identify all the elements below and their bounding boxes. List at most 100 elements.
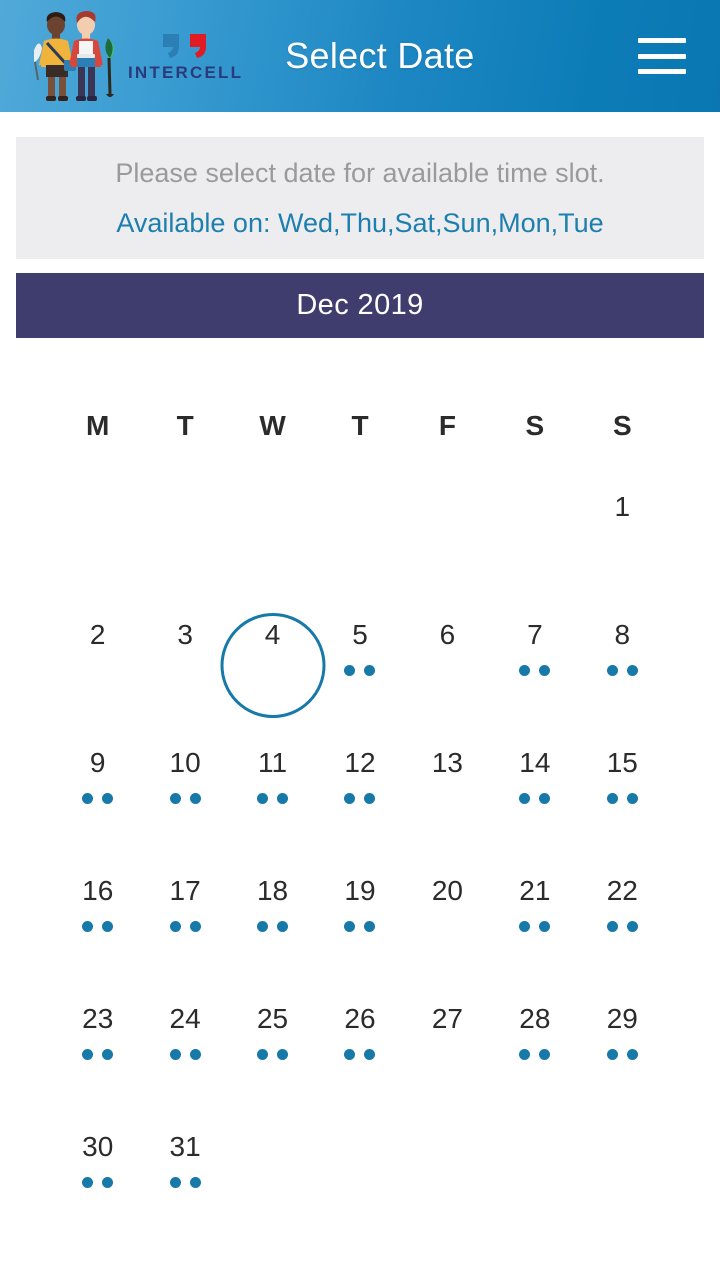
availability-dot	[364, 1049, 376, 1060]
calendar-day-cell[interactable]: 30	[54, 1097, 141, 1225]
calendar-day-cell[interactable]: 5	[316, 585, 403, 713]
calendar-day-cell[interactable]: 21	[491, 841, 578, 969]
day-number: 16	[82, 875, 114, 906]
calendar-week-row: 1	[54, 457, 666, 585]
availability-dot	[519, 921, 531, 932]
calendar-day-cell[interactable]: 15	[579, 713, 666, 841]
availability-dot	[344, 1049, 356, 1060]
availability-dot	[519, 793, 531, 804]
availability-dot	[82, 793, 94, 804]
day-number: 19	[344, 875, 376, 906]
calendar-day-cell[interactable]: 8	[579, 585, 666, 713]
calendar-day-cell[interactable]: 25	[229, 969, 316, 1097]
availability-dot	[169, 1177, 181, 1188]
calendar-day-cell[interactable]: 14	[491, 713, 578, 841]
calendar-day-cell[interactable]: 16	[54, 841, 141, 969]
availability-banner: Please select date for available time sl…	[16, 137, 704, 259]
calendar-day-cell[interactable]: 1	[579, 457, 666, 585]
calendar-grid: MTWTFSS 1 2 3 4 5 6 7 8 9 10 11 12 13 14 15 16 17 18 19 20 2…	[54, 395, 666, 1225]
day-number: 21	[519, 875, 551, 906]
day-number: 15	[606, 747, 638, 778]
calendar-week-row: 23 24 25 26 27 28 29	[54, 969, 666, 1097]
availability-dot	[102, 1049, 114, 1060]
availability-dot	[189, 793, 201, 804]
availability-dot	[189, 1177, 201, 1188]
calendar-day-cell[interactable]: 29	[579, 969, 666, 1097]
calendar-day-cell[interactable]: 18	[229, 841, 316, 969]
weekday-header: S	[525, 410, 545, 441]
availability-dot	[344, 665, 356, 676]
availability-dot	[257, 1049, 269, 1060]
availability-dot	[82, 1049, 94, 1060]
calendar-day-cell[interactable]: 23	[54, 969, 141, 1097]
calendar-week-row: 2 3 4 5 6 7 8	[54, 585, 666, 718]
availability-dot	[626, 793, 638, 804]
calendar-day-cell[interactable]: 13	[404, 713, 491, 841]
intercell-wordmark: INTERCELL	[128, 32, 243, 81]
day-number: 1	[614, 491, 631, 522]
students-illustration-icon	[34, 11, 114, 101]
calendar-day-cell[interactable]: 26	[316, 969, 403, 1097]
calendar-day-cell[interactable]: 31	[141, 1097, 228, 1225]
calendar-day-cell[interactable]: 2	[54, 585, 141, 713]
calendar-day-cell[interactable]: 17	[141, 841, 228, 969]
weekday-header: F	[438, 410, 456, 441]
calendar-day-cell[interactable]: 9	[54, 713, 141, 841]
availability-dot	[606, 1049, 618, 1060]
availability-dot	[606, 665, 618, 676]
availability-dots	[82, 793, 114, 804]
availability-dots	[257, 793, 289, 804]
calendar-day-cell[interactable]: 24	[141, 969, 228, 1097]
day-number: 8	[614, 619, 631, 650]
availability-dot	[344, 793, 356, 804]
calendar-day-cell[interactable]: 20	[404, 841, 491, 969]
calendar-day-cell[interactable]: 3	[141, 585, 228, 713]
calendar-day-cell[interactable]: 7	[491, 585, 578, 713]
availability-dot	[606, 921, 618, 932]
calendar-day-cell[interactable]: 28	[491, 969, 578, 1097]
calendar-day-cell[interactable]: 10	[141, 713, 228, 841]
weekday-header: W	[259, 410, 286, 441]
availability-dots	[519, 793, 551, 804]
hamburger-bar-2	[638, 53, 686, 59]
availability-dot	[102, 793, 114, 804]
calendar-day-cell[interactable]: 22	[579, 841, 666, 969]
day-number: 18	[256, 875, 289, 906]
calendar-week-row: 9 10 11 12 13 14 15	[54, 713, 666, 841]
brand-logo: INTERCELL	[22, 10, 243, 102]
day-number: 30	[82, 1131, 114, 1162]
brand-name-text: INTERCELL	[128, 62, 244, 82]
day-number: 20	[431, 875, 463, 906]
availability-dots	[606, 665, 638, 676]
month-year-label: Dec 2019	[296, 289, 424, 321]
availability-dots	[519, 921, 551, 932]
availability-dot	[344, 921, 356, 932]
day-number: 6	[439, 619, 456, 650]
calendar-day-cell[interactable]: 11	[229, 713, 316, 841]
availability-dot	[626, 665, 638, 676]
availability-dot	[626, 1049, 638, 1060]
hamburger-menu-icon[interactable]	[638, 38, 686, 74]
calendar-day-cell[interactable]: 27	[404, 969, 491, 1097]
day-number: 5	[352, 619, 368, 650]
availability-dot	[257, 793, 269, 804]
availability-dots	[169, 793, 201, 804]
availability-dots	[606, 793, 638, 804]
calendar-day-cell[interactable]: 4	[220, 585, 326, 718]
availability-dot	[82, 1177, 94, 1188]
day-number: 29	[606, 1003, 638, 1034]
day-number: 23	[82, 1003, 114, 1034]
availability-dots	[169, 1049, 201, 1060]
calendar-day-cell[interactable]: 12	[316, 713, 403, 841]
calendar-day-cell[interactable]: 6	[404, 585, 491, 713]
availability-dot	[364, 793, 376, 804]
availability-dots	[519, 1049, 551, 1060]
availability-dot	[82, 921, 94, 932]
weekday-header: S	[612, 410, 632, 441]
calendar-day-cell[interactable]: 19	[316, 841, 403, 969]
calendar-week-row: 16 17 18 19 20 21 22	[54, 841, 666, 969]
weekday-header: T	[351, 410, 369, 441]
quote-marks-icon	[162, 33, 206, 58]
day-number: 22	[606, 875, 638, 906]
day-number: 26	[344, 1003, 376, 1034]
